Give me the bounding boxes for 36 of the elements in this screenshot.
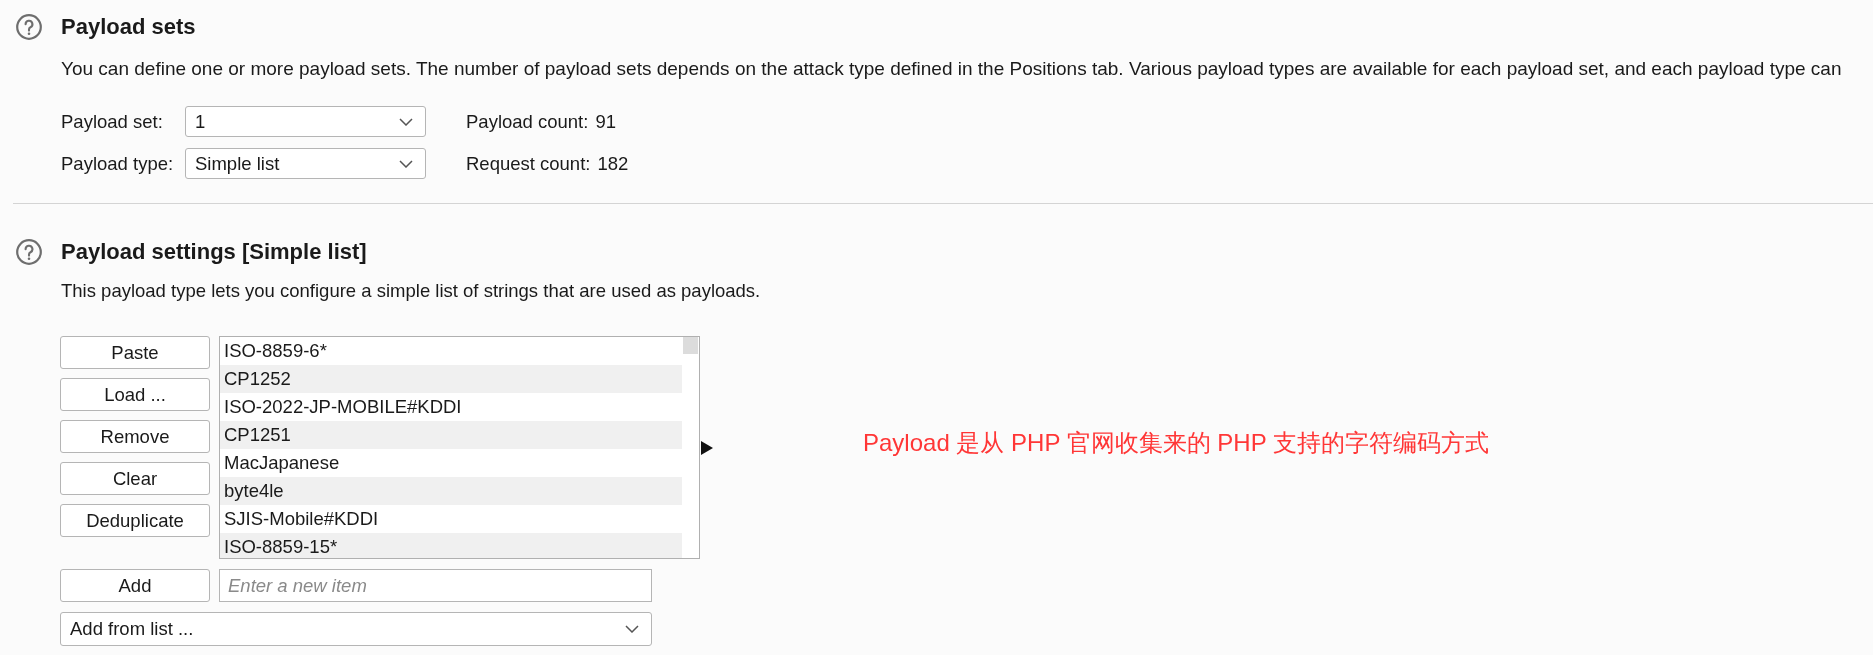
payload-count-value: 91 (595, 110, 616, 133)
list-item[interactable]: CP1251 (220, 421, 682, 449)
payload-type-dropdown[interactable]: Simple list (185, 148, 426, 179)
payload-count-label: Payload count: (466, 110, 589, 133)
field-label: Payload set: (61, 110, 164, 133)
chevron-down-icon (399, 117, 413, 126)
triangle-right-icon (701, 440, 713, 455)
chevron-down-icon (625, 625, 639, 633)
chevron-down-icon (399, 159, 413, 168)
section-title: Payload settings [Simple list] (61, 239, 367, 265)
scrollbar-thumb[interactable] (683, 337, 698, 354)
list-item[interactable]: CP1252 (220, 365, 682, 393)
help-icon[interactable] (16, 239, 42, 265)
list-action-button[interactable]: Deduplicate (60, 504, 210, 537)
list-item[interactable]: byte4le (220, 477, 682, 505)
list-item[interactable]: SJIS-Mobile#KDDI (220, 505, 682, 533)
new-item-field[interactable]: Enter a new item (219, 569, 652, 602)
section-description: You can define one or more payload sets. The number of payload sets depends on the attack type defined in the Positions tab. Various payload types are available for each payload set, and each payload type can (61, 58, 1843, 80)
list-item[interactable]: MacJapanese (220, 449, 682, 477)
list-item[interactable]: ISO-2022-JP-MOBILE#KDDI (220, 393, 682, 421)
list-action-button[interactable]: Clear (60, 462, 210, 495)
list-action-button[interactable]: Remove (60, 420, 210, 453)
field-label: Payload type: (61, 152, 175, 175)
section-description: This payload type lets you configure a simple list of strings that are used as payloads. (61, 280, 762, 302)
request-count-value: 182 (597, 152, 629, 175)
add-button[interactable]: Add (60, 569, 210, 602)
payload-set-dropdown[interactable]: 1 (185, 106, 426, 137)
list-action-button[interactable]: Load ... (60, 378, 210, 411)
list-action-button[interactable]: Paste (60, 336, 210, 369)
annotation-text: Payload 是从 PHP 官网收集来的 PHP 支持的字符编码方式 (863, 427, 1489, 458)
list-item[interactable]: ISO-8859-15* (220, 533, 682, 558)
section-title: Payload sets (61, 14, 196, 40)
list-item[interactable]: ISO-8859-6* (220, 337, 682, 365)
request-count-label: Request count: (466, 152, 591, 175)
add-from-list-dropdown[interactable]: Add from list ... (60, 612, 652, 646)
help-icon[interactable] (16, 14, 42, 40)
